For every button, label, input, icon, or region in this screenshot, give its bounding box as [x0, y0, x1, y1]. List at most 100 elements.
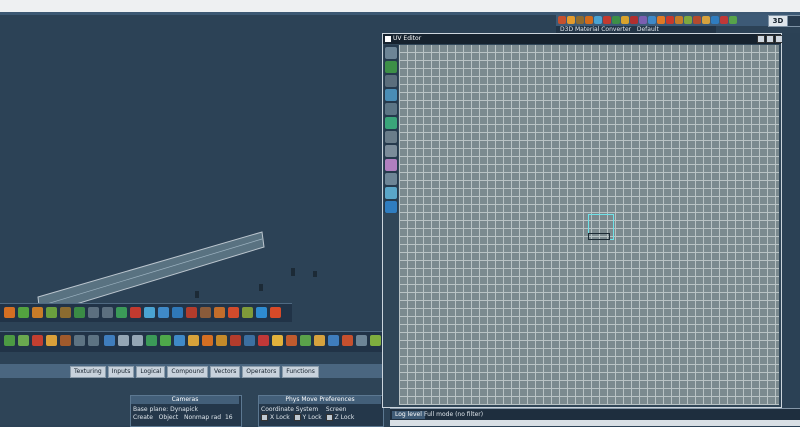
y-lock-checkbox[interactable]	[293, 414, 301, 421]
uv-grid-canvas[interactable]	[399, 45, 779, 405]
object-icon-24[interactable]	[328, 335, 339, 346]
coordinate-system-value[interactable]: Screen	[326, 406, 347, 413]
wave-tool-icon[interactable]	[102, 307, 113, 318]
tool-icon-10[interactable]	[639, 16, 647, 24]
uv-tool-icon-4[interactable]	[385, 89, 397, 101]
tab-texturing[interactable]: Texturing	[70, 366, 106, 378]
move-tool-icon[interactable]	[18, 307, 29, 318]
tool-icon-1[interactable]	[558, 16, 566, 24]
object-icon-14[interactable]	[188, 335, 199, 346]
uv-editor-titlebar[interactable]: UV Editor	[383, 34, 783, 44]
uv-tool-icon-6[interactable]	[385, 117, 397, 129]
object-icon-5[interactable]	[60, 335, 71, 346]
object-label[interactable]: Object	[159, 414, 179, 421]
uv-island[interactable]	[588, 233, 610, 240]
tool-icon-20[interactable]	[729, 16, 737, 24]
pencil-tool-icon[interactable]	[214, 307, 225, 318]
tool-icon-19[interactable]	[720, 16, 728, 24]
tool-icon-4[interactable]	[585, 16, 593, 24]
star-tool-icon[interactable]	[144, 307, 155, 318]
uv-tool-icon-12[interactable]	[385, 201, 397, 213]
tab-logical[interactable]: Logical	[136, 366, 166, 378]
object-icon-25[interactable]	[342, 335, 353, 346]
tab-operators[interactable]: Operators	[242, 366, 281, 378]
align-tool-icon[interactable]	[242, 307, 253, 318]
object-icon-3[interactable]	[32, 335, 43, 346]
material-converter-value[interactable]: Default	[637, 26, 659, 33]
uv-tool-icon-7[interactable]	[385, 131, 397, 143]
spline-tool-icon[interactable]	[74, 307, 85, 318]
deform-tool-icon[interactable]	[200, 307, 211, 318]
object-icon-2[interactable]	[18, 335, 29, 346]
3d-viewport[interactable]	[0, 40, 382, 316]
object-icon-10[interactable]	[132, 335, 143, 346]
object-icon-19[interactable]	[258, 335, 269, 346]
uv-tool-icon-10[interactable]	[385, 173, 397, 185]
view-toggle-button[interactable]	[787, 15, 800, 27]
curve-tool-icon[interactable]	[60, 307, 71, 318]
3d-view-button[interactable]: 3D	[768, 15, 788, 27]
object-icon-1[interactable]	[4, 335, 15, 346]
tab-vectors[interactable]: Vectors	[210, 366, 241, 378]
rotate-tool-icon[interactable]	[32, 307, 43, 318]
loft-tool-icon[interactable]	[172, 307, 183, 318]
tab-functions[interactable]: Functions	[282, 366, 319, 378]
full-mode-label[interactable]: Full mode (no filter)	[424, 411, 483, 419]
tool-icon-14[interactable]	[675, 16, 683, 24]
object-icon-27[interactable]	[370, 335, 381, 346]
minimize-icon[interactable]	[757, 35, 765, 43]
tool-icon-7[interactable]	[612, 16, 620, 24]
object-icon-23[interactable]	[314, 335, 325, 346]
uv-tool-icon-8[interactable]	[385, 145, 397, 157]
object-icon-11[interactable]	[146, 335, 157, 346]
tab-compound[interactable]: Compound	[167, 366, 208, 378]
x-lock-checkbox[interactable]	[261, 414, 268, 421]
tool-icon-18[interactable]	[711, 16, 719, 24]
scale-tool-icon[interactable]	[46, 307, 57, 318]
object-icon-7[interactable]	[88, 335, 99, 346]
nonmap-rad-value[interactable]: 16	[225, 414, 233, 421]
maximize-icon[interactable]	[766, 35, 774, 43]
object-icon-18[interactable]	[244, 335, 255, 346]
uv-tool-icon-2[interactable]	[385, 61, 397, 73]
tool-icon-17[interactable]	[702, 16, 710, 24]
uv-tool-icon-5[interactable]	[385, 103, 397, 115]
object-icon-20[interactable]	[272, 335, 283, 346]
shield-tool-icon[interactable]	[116, 307, 127, 318]
object-icon-9[interactable]	[118, 335, 129, 346]
object-icon-26[interactable]	[356, 335, 367, 346]
object-icon-22[interactable]	[300, 335, 311, 346]
object-icon-16[interactable]	[216, 335, 227, 346]
z-lock-checkbox[interactable]	[325, 414, 333, 421]
globe-tool-icon[interactable]	[256, 307, 267, 318]
tool-icon-16[interactable]	[693, 16, 701, 24]
extrude-tool-icon[interactable]	[130, 307, 141, 318]
uv-tool-icon-1[interactable]	[385, 47, 397, 59]
boolean-tool-icon[interactable]	[186, 307, 197, 318]
tool-icon-13[interactable]	[666, 16, 674, 24]
uv-tool-icon-9[interactable]	[385, 159, 397, 171]
object-icon-4[interactable]	[46, 335, 57, 346]
object-icon-6[interactable]	[74, 335, 85, 346]
create-label[interactable]: Create	[133, 414, 153, 421]
arc-tool-icon[interactable]	[88, 307, 99, 318]
arrow-tool-icon[interactable]	[4, 307, 15, 318]
tool-icon-11[interactable]	[648, 16, 656, 24]
tool-icon-6[interactable]	[603, 16, 611, 24]
lathe-tool-icon[interactable]	[158, 307, 169, 318]
base-plane-row[interactable]: Base plane: Dynapick	[133, 406, 198, 413]
tool-icon-2[interactable]	[567, 16, 575, 24]
log-level-tab[interactable]: Log level	[392, 411, 425, 419]
tool-icon-9[interactable]	[630, 16, 638, 24]
tool-icon-3[interactable]	[576, 16, 584, 24]
uv-tool-icon-11[interactable]	[385, 187, 397, 199]
uv-tool-icon-3[interactable]	[385, 75, 397, 87]
cut-tool-icon[interactable]	[228, 307, 239, 318]
object-icon-17[interactable]	[230, 335, 241, 346]
object-icon-21[interactable]	[286, 335, 297, 346]
tool-icon-8[interactable]	[621, 16, 629, 24]
object-icon-8[interactable]	[104, 335, 115, 346]
tool-icon-5[interactable]	[594, 16, 602, 24]
tab-inputs[interactable]: Inputs	[107, 366, 135, 378]
object-icon-13[interactable]	[174, 335, 185, 346]
